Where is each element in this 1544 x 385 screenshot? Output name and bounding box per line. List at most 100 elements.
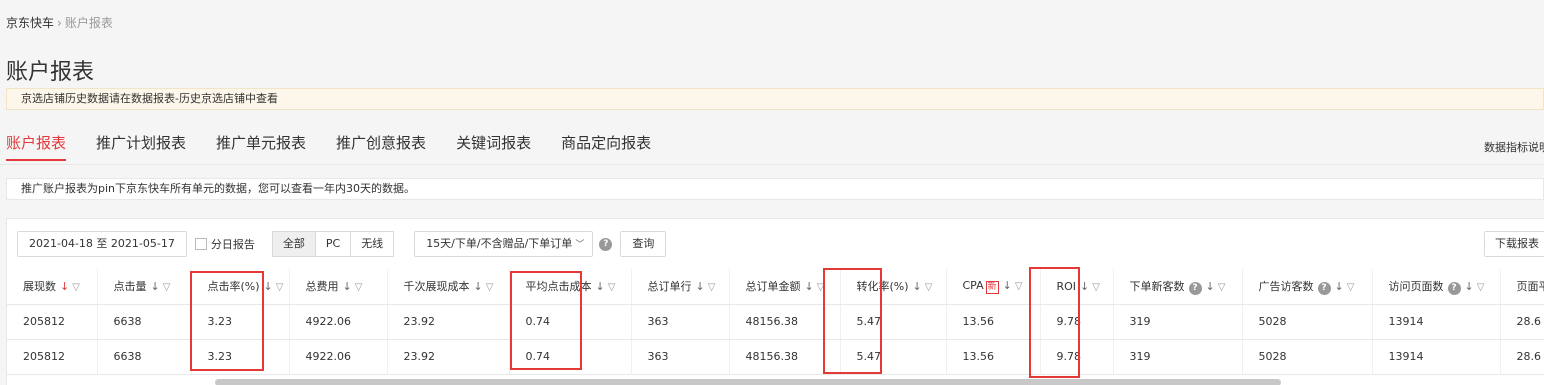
table-cell: 6638 [97, 304, 192, 340]
filter-icon[interactable]: ▽ [72, 282, 80, 293]
sort-arrow-icon[interactable]: ↓ [343, 280, 352, 293]
column-header-label: 下单新客数 [1129, 279, 1185, 293]
table-cell: 5028 [1242, 304, 1373, 340]
help-icon[interactable]: ? [599, 237, 613, 251]
table-cell: 28.6 [1500, 339, 1544, 375]
table-cell: 6638 [97, 339, 192, 375]
column-header-11[interactable]: 下单新客数? ↓ ▽ [1113, 269, 1243, 305]
table-cell: 205812 [7, 304, 98, 340]
filter-icon[interactable]: ▽ [1092, 282, 1100, 293]
help-icon[interactable]: ? [1317, 281, 1331, 295]
sort-arrow-icon[interactable]: ↓ [1465, 280, 1474, 293]
table-cell: 5.47 [840, 304, 947, 340]
table-cell: 319 [1113, 339, 1243, 375]
segment-button-1[interactable]: PC [314, 231, 352, 257]
attribution-select-value: 15天/下单/不含赠品/下单订单 [426, 237, 573, 250]
column-header-9[interactable]: CPA 新 ↓ ▽ [946, 269, 1041, 305]
column-header-4[interactable]: 千次展现成本 ↓ ▽ [387, 269, 510, 305]
tab-5[interactable]: 商品定向报表 [561, 132, 651, 158]
column-header-0[interactable]: 展现数 ↓ ▽ [7, 269, 98, 305]
date-range-picker[interactable]: 2021-04-18 至 2021-05-17 [17, 231, 187, 257]
filter-icon[interactable]: ▽ [708, 282, 716, 293]
tab-1[interactable]: 推广计划报表 [96, 132, 186, 158]
column-header-label: 点击量 [113, 280, 147, 294]
column-header-13[interactable]: 访问页面数? ↓ ▽ [1372, 269, 1501, 305]
table-cell: 0.74 [509, 304, 632, 340]
filter-icon[interactable]: ▽ [1477, 282, 1485, 293]
daily-report-toggle[interactable]: 分日报告 [194, 236, 255, 252]
tab-0[interactable]: 账户报表 [6, 132, 67, 161]
tab-2[interactable]: 推广单元报表 [216, 132, 306, 158]
filter-icon[interactable]: ▽ [1218, 282, 1226, 293]
table-cell: 5028 [1242, 339, 1373, 375]
segment-button-2[interactable]: 无线 [350, 231, 395, 257]
filter-icon[interactable]: ▽ [608, 282, 616, 293]
daily-report-checkbox[interactable] [194, 238, 207, 250]
column-header-1[interactable]: 点击量 ↓ ▽ [97, 269, 192, 305]
table-row: 205812 6638 3.23 4922.06 23.92 0.74 363 48156.3… [7, 339, 1544, 375]
help-icon[interactable]: ? [1188, 281, 1202, 295]
table-row: 205812 6638 3.23 4922.06 23.92 0.74 363 48156.3… [7, 304, 1544, 340]
sort-arrow-icon[interactable]: ↓ [805, 280, 814, 293]
filter-icon[interactable]: ▽ [1347, 282, 1355, 293]
horizontal-scrollbar-thumb[interactable] [215, 379, 1281, 385]
sort-arrow-icon[interactable]: ↓ [151, 280, 160, 293]
column-header-3[interactable]: 总费用 ↓ ▽ [289, 269, 388, 305]
page: 京东快车 › 账户报表 账户报表 京选店铺历史数据请在数据报表-历史京选店铺中查看 … [0, 0, 1544, 385]
sort-arrow-icon[interactable]: ↓ [1206, 280, 1215, 293]
sort-arrow-icon[interactable]: ↓ [1080, 280, 1089, 293]
tab-3[interactable]: 推广创意报表 [336, 132, 426, 158]
column-header-label: 转化率(%) [856, 280, 909, 294]
filter-icon[interactable]: ▽ [163, 282, 171, 293]
table-cell: 3.23 [191, 304, 290, 340]
query-button[interactable]: 查询 [620, 231, 667, 257]
column-header-2[interactable]: 点击率(%) ↓ ▽ [191, 269, 290, 305]
column-header-8[interactable]: 转化率(%) ↓ ▽ [840, 269, 947, 305]
sort-arrow-icon[interactable]: ↓ [1335, 280, 1344, 293]
help-icon[interactable]: ? [1447, 281, 1461, 295]
sort-arrow-icon[interactable]: ↓ [696, 280, 705, 293]
breadcrumb-current: 账户报表 [64, 16, 113, 30]
filter-icon[interactable]: ▽ [276, 282, 284, 293]
filter-icon[interactable]: ▽ [817, 282, 825, 293]
sort-arrow-icon[interactable]: ↓ [596, 280, 605, 293]
report-table: 展现数 ↓ ▽ 点击量 ↓ ▽ 点击率(%) ↓ ▽ 总费用 ↓ ▽ 千次展现成本 ↓ ▽ 平均点击成本 ↓ ▽ 总… [7, 269, 1544, 375]
column-header-label: 访问页面数 [1388, 279, 1444, 293]
table-cell: 0.74 [509, 339, 632, 375]
sort-arrow-icon[interactable]: ↓ [264, 280, 273, 293]
column-header-12[interactable]: 广告访客数? ↓ ▽ [1242, 269, 1373, 305]
column-header-7[interactable]: 总订单金额 ↓ ▽ [729, 269, 841, 305]
breadcrumb-separator: › [57, 16, 62, 30]
filter-icon[interactable]: ▽ [1015, 281, 1023, 292]
report-tabs: 账户报表 推广计划报表 推广单元报表 推广创意报表 关键词报表 商品定向报表 [6, 132, 681, 161]
segment-button-0[interactable]: 全部 [271, 231, 316, 257]
sort-arrow-icon[interactable]: ↓ [474, 280, 483, 293]
table-header-row: 展现数 ↓ ▽ 点击量 ↓ ▽ 点击率(%) ↓ ▽ 总费用 ↓ ▽ 千次展现成本 ↓ ▽ 平均点击成本 ↓ ▽ 总… [7, 269, 1544, 305]
breadcrumb-root[interactable]: 京东快车 [6, 16, 54, 30]
table-cell: 23.92 [387, 304, 510, 340]
table-cell: 13914 [1372, 304, 1501, 340]
filter-icon[interactable]: ▽ [925, 282, 933, 293]
sort-arrow-icon[interactable]: ↓ [913, 280, 922, 293]
download-report-button[interactable]: 下载报表 [1484, 231, 1544, 257]
filter-icon[interactable]: ▽ [486, 282, 494, 293]
column-header-14[interactable]: 页面平均 [1500, 269, 1544, 305]
metrics-explanation-link[interactable]: 数据指标说明 [1484, 139, 1544, 155]
tab-4[interactable]: 关键词报表 [456, 132, 531, 158]
sort-arrow-icon[interactable]: ↓ [60, 280, 69, 293]
breadcrumb: 京东快车 › 账户报表 [6, 14, 113, 31]
new-badge: 新 [985, 280, 999, 294]
column-header-label: 点击率(%) [207, 280, 260, 294]
history-notice: 京选店铺历史数据请在数据报表-历史京选店铺中查看 [6, 88, 1544, 110]
page-title: 账户报表 [6, 60, 95, 85]
attribution-select[interactable]: 15天/下单/不含赠品/下单订单 ﹀ [414, 231, 594, 257]
column-header-label: ROI [1056, 279, 1077, 293]
column-header-label: CPA [962, 278, 984, 292]
sort-arrow-icon[interactable]: ↓ [1003, 279, 1012, 292]
column-header-5[interactable]: 平均点击成本 ↓ ▽ [509, 269, 632, 305]
table-cell: 363 [631, 304, 730, 340]
column-header-10[interactable]: ROI ↓ ▽ [1040, 269, 1114, 305]
column-header-6[interactable]: 总订单行 ↓ ▽ [631, 269, 730, 305]
column-header-label: 页面平均 [1516, 280, 1544, 294]
filter-icon[interactable]: ▽ [355, 282, 363, 293]
